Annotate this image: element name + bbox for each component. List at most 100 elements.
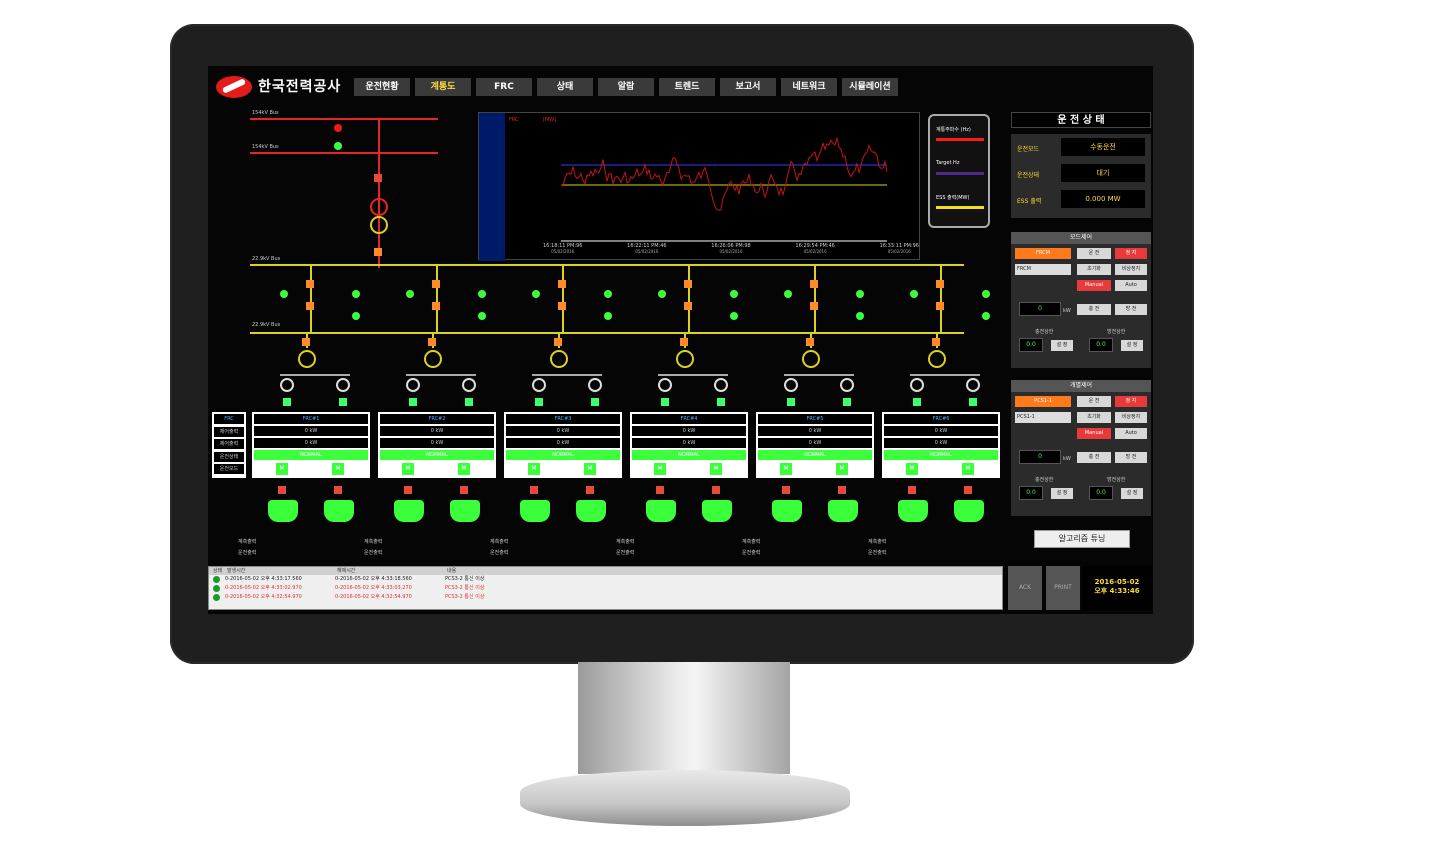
print-button[interactable]: PRINT (1046, 566, 1080, 610)
alarm-row[interactable]: 0-2016-05-02 오후 4:33:02.970 0-2016-05-02 … (209, 584, 1002, 593)
alarm-row[interactable]: 0-2016-05-02 오후 4:33:17.560 0-2016-05-02 … (209, 575, 1002, 584)
feeder-breaker[interactable] (784, 290, 792, 298)
feeder-m-indicator[interactable]: M (836, 463, 848, 475)
manual-button[interactable]: Manual (1077, 280, 1111, 291)
set-button[interactable]: 설 정 (1121, 488, 1143, 499)
feeder-breaker[interactable] (478, 290, 486, 298)
discharge-button[interactable]: 방 전 (1115, 452, 1147, 463)
feeder-breaker[interactable] (604, 312, 612, 320)
run-button[interactable]: 운 전 (1077, 248, 1111, 259)
battery-breaker[interactable] (712, 486, 720, 494)
feeder-m-indicator[interactable]: M (402, 463, 414, 475)
set-button[interactable]: 설 정 (1121, 340, 1143, 351)
feeder-switch[interactable] (806, 338, 814, 346)
feeder-breaker[interactable] (478, 312, 486, 320)
battery-breaker[interactable] (964, 486, 972, 494)
feeder-switch[interactable] (684, 280, 692, 288)
nav-tab-1[interactable]: 계통도 (415, 78, 471, 96)
battery-breaker[interactable] (278, 486, 286, 494)
nav-tab-8[interactable]: 시뮬레이션 (842, 78, 898, 96)
breaker-2[interactable] (334, 142, 342, 150)
nav-tab-5[interactable]: 트렌드 (659, 78, 715, 96)
feeder-breaker[interactable] (658, 290, 666, 298)
reset-button[interactable]: 초기화 (1077, 412, 1111, 423)
discharge-limit-field[interactable]: 0.0 (1089, 338, 1113, 352)
charge-button[interactable]: 충 전 (1077, 452, 1111, 463)
feeder-switch[interactable] (936, 280, 944, 288)
nav-tab-7[interactable]: 네트워크 (781, 78, 837, 96)
feeder-m-indicator[interactable]: M (654, 463, 666, 475)
nav-tab-4[interactable]: 알람 (598, 78, 654, 96)
feeder-breaker[interactable] (532, 290, 540, 298)
feeder-m-indicator[interactable]: M (584, 463, 596, 475)
switch-main[interactable] (374, 174, 382, 182)
feeder-switch[interactable] (558, 280, 566, 288)
battery-breaker[interactable] (460, 486, 468, 494)
feeder-m-indicator[interactable]: M (710, 463, 722, 475)
feeder-m-indicator[interactable]: M (906, 463, 918, 475)
nav-tab-0[interactable]: 운전현황 (354, 78, 410, 96)
emergency-stop-button[interactable]: 비상정지 (1115, 412, 1147, 423)
switch-ess[interactable] (374, 248, 382, 256)
set-button[interactable]: 설 정 (1051, 340, 1073, 351)
stop-button[interactable]: 정 지 (1115, 396, 1147, 407)
feeder-switch[interactable] (558, 302, 566, 310)
feeder-breaker[interactable] (406, 290, 414, 298)
alarm-row[interactable]: 0-2016-05-02 오후 4:32:54.970 0-2016-05-02 … (209, 593, 1002, 602)
feeder-switch[interactable] (302, 338, 310, 346)
feeder-breaker[interactable] (856, 290, 864, 298)
stop-button[interactable]: 정 지 (1115, 248, 1147, 259)
feeder-breaker[interactable] (280, 290, 288, 298)
feeder-switch[interactable] (684, 302, 692, 310)
battery-breaker[interactable] (656, 486, 664, 494)
discharge-button[interactable]: 방 전 (1115, 304, 1147, 315)
feeder-breaker[interactable] (856, 312, 864, 320)
battery-breaker[interactable] (334, 486, 342, 494)
setpoint-field[interactable]: 0 (1019, 302, 1061, 316)
feeder-breaker[interactable] (352, 290, 360, 298)
feeder-switch[interactable] (936, 302, 944, 310)
nav-tab-6[interactable]: 보고서 (720, 78, 776, 96)
feeder-m-indicator[interactable]: M (780, 463, 792, 475)
battery-breaker[interactable] (838, 486, 846, 494)
feeder-m-indicator[interactable]: M (458, 463, 470, 475)
algorithm-tuning-button[interactable]: 알고리즘 튜닝 (1034, 530, 1130, 548)
charge-limit-field[interactable]: 0.0 (1019, 486, 1043, 500)
charge-button[interactable]: 충 전 (1077, 304, 1111, 315)
auto-button[interactable]: Auto (1115, 280, 1147, 291)
feeder-switch[interactable] (432, 302, 440, 310)
breaker-1[interactable] (334, 124, 342, 132)
feeder-switch[interactable] (810, 280, 818, 288)
feeder-switch[interactable] (932, 338, 940, 346)
battery-breaker[interactable] (586, 486, 594, 494)
feeder-switch[interactable] (428, 338, 436, 346)
feeder-switch[interactable] (680, 338, 688, 346)
feeder-switch[interactable] (810, 302, 818, 310)
auto-button[interactable]: Auto (1115, 428, 1147, 439)
unit-select[interactable]: FRCM (1015, 264, 1071, 275)
feeder-m-indicator[interactable]: M (528, 463, 540, 475)
feeder-m-indicator[interactable]: M (276, 463, 288, 475)
setpoint-field[interactable]: 0 (1019, 450, 1061, 464)
battery-breaker[interactable] (404, 486, 412, 494)
manual-button[interactable]: Manual (1077, 428, 1111, 439)
feeder-switch[interactable] (432, 280, 440, 288)
feeder-breaker[interactable] (730, 290, 738, 298)
battery-breaker[interactable] (782, 486, 790, 494)
discharge-limit-field[interactable]: 0.0 (1089, 486, 1113, 500)
feeder-switch[interactable] (306, 280, 314, 288)
run-button[interactable]: 운 전 (1077, 396, 1111, 407)
ack-button[interactable]: ACK (1008, 566, 1042, 610)
battery-breaker[interactable] (908, 486, 916, 494)
set-button[interactable]: 설 정 (1051, 488, 1073, 499)
emergency-stop-button[interactable]: 비상정지 (1115, 264, 1147, 275)
charge-limit-field[interactable]: 0.0 (1019, 338, 1043, 352)
battery-breaker[interactable] (530, 486, 538, 494)
feeder-m-indicator[interactable]: M (962, 463, 974, 475)
feeder-breaker[interactable] (730, 312, 738, 320)
feeder-switch[interactable] (554, 338, 562, 346)
feeder-switch[interactable] (306, 302, 314, 310)
unit-select[interactable]: PCS1-1 (1015, 412, 1071, 423)
feeder-breaker[interactable] (910, 290, 918, 298)
reset-button[interactable]: 초기화 (1077, 264, 1111, 275)
